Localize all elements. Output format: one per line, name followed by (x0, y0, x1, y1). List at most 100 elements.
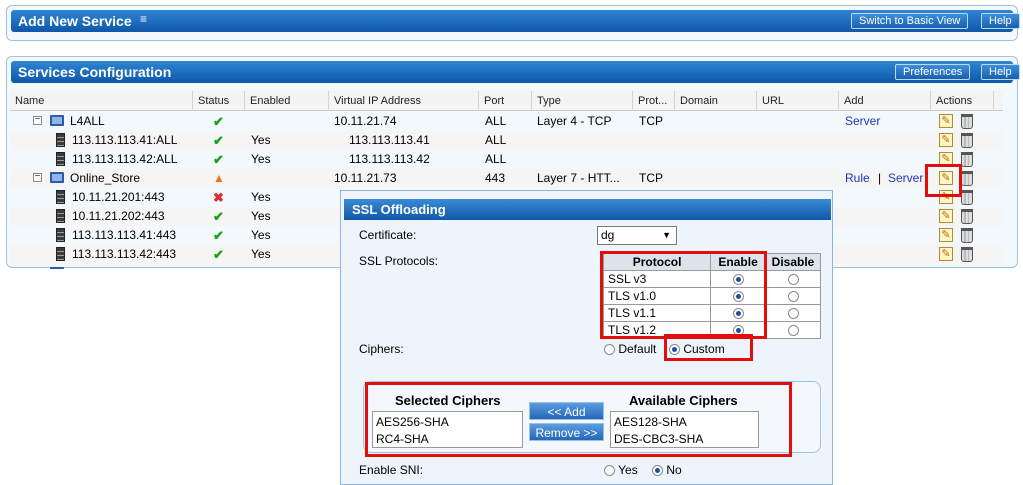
help-button-top[interactable]: Help (981, 13, 1020, 29)
sni-no-option[interactable]: No (652, 463, 682, 477)
col-name[interactable]: Name (10, 91, 192, 111)
table-row[interactable]: 113.113.113.41:ALL ✔ Yes 113.113.113.41 ALL ✎ (10, 131, 1003, 150)
row-name[interactable]: 113.113.113.42:443 (72, 245, 176, 264)
certificate-select[interactable]: dg ▼ (597, 226, 677, 245)
row-vip: 10.11.21.74 (334, 114, 397, 128)
certificate-label: Certificate: (359, 228, 417, 242)
row-type: Layer 4 - TCP (537, 114, 612, 128)
add-rule-link[interactable]: Rule (845, 169, 870, 188)
sni-no-label: No (666, 463, 682, 477)
row-name[interactable]: 10.11.21.201:443 (72, 188, 165, 207)
row-port: ALL (485, 114, 507, 128)
ssl-offloading-panel: SSL Offloading Certificate: dg ▼ SSL Pro… (340, 190, 833, 485)
table-row[interactable]: − L4ALL ✔ 10.11.21.74 ALL Layer 4 - TCP TCP Ser… (10, 112, 1003, 131)
sni-no-radio[interactable] (652, 465, 663, 477)
row-port: ALL (485, 133, 507, 147)
sni-yes-radio[interactable] (604, 465, 615, 477)
add-server-link[interactable]: Server (888, 169, 923, 188)
col-vip[interactable]: Virtual IP Address (328, 91, 478, 111)
col-enabled[interactable]: Enabled (244, 91, 328, 111)
grid-header: Name Status Enabled Virtual IP Address P… (10, 91, 1003, 111)
protocol-disable-radio[interactable] (787, 308, 799, 320)
add-server-link[interactable]: Server (845, 112, 880, 131)
sni-yes-label: Yes (618, 463, 638, 477)
preferences-button[interactable]: Preferences (895, 64, 971, 80)
check-icon: ✔ (213, 228, 224, 243)
col-url[interactable]: URL (756, 91, 838, 111)
row-enabled: Yes (251, 209, 271, 223)
server-icon (56, 190, 65, 204)
protocol-disable-cell (765, 321, 821, 339)
row-port: 443 (485, 171, 506, 185)
row-name[interactable]: L4ALL (70, 112, 105, 131)
warning-icon: ▲ (213, 171, 225, 185)
protocol-disable-radio[interactable] (787, 274, 799, 286)
check-icon: ✔ (213, 152, 224, 167)
server-icon (56, 152, 65, 166)
edit-icon[interactable]: ✎ (939, 133, 953, 147)
trash-icon[interactable] (961, 152, 973, 167)
edit-icon[interactable]: ✎ (939, 209, 953, 223)
chevron-down-icon: ▼ (662, 230, 671, 240)
server-icon (56, 133, 65, 147)
sni-yes-option[interactable]: Yes (604, 463, 638, 477)
check-icon: ✔ (213, 247, 224, 262)
col-add[interactable]: Add (838, 91, 930, 111)
trash-icon[interactable] (961, 209, 973, 224)
protocol-disable-radio[interactable] (787, 291, 799, 303)
row-name[interactable]: Online_Store (70, 169, 140, 188)
check-icon: ✔ (213, 114, 224, 129)
trash-icon[interactable] (961, 190, 973, 205)
ciphers-default-option[interactable]: Default (604, 342, 656, 356)
link-separator: | (878, 171, 882, 185)
col-domain[interactable]: Domain (674, 91, 756, 111)
protocol-disable-cell (765, 270, 821, 288)
chevron-double-down-icon[interactable]: ≡ (140, 12, 147, 26)
ciphers-highlight (365, 382, 792, 457)
protocols-highlight (600, 251, 767, 339)
row-enabled: Yes (251, 133, 271, 147)
col-status[interactable]: Status (192, 91, 244, 111)
trash-icon[interactable] (961, 228, 973, 243)
row-protocol: TCP (639, 171, 663, 185)
collapse-icon[interactable]: − (33, 172, 42, 182)
table-row[interactable]: 113.113.113.42:ALL ✔ Yes 113.113.113.42 ALL ✎ (10, 150, 1003, 169)
row-name[interactable]: 113.113.113.41:443 (72, 226, 176, 245)
row-type: Layer 7 - HTT... (537, 171, 620, 185)
row-name[interactable]: 113.113.113.41:ALL (72, 131, 177, 150)
row-name[interactable]: 10.11.21.202:443 (72, 207, 165, 226)
col-actions[interactable]: Actions (930, 91, 994, 111)
protocol-disable-cell (765, 287, 821, 305)
monitor-icon (50, 172, 64, 183)
row-name[interactable]: 113.113.113.42:ALL (72, 150, 177, 169)
server-icon (56, 209, 65, 223)
services-title: Services Configuration (18, 64, 172, 80)
ciphers-label: Ciphers: (359, 342, 404, 356)
cross-icon: ✖ (213, 190, 224, 205)
help-button[interactable]: Help (981, 64, 1020, 80)
ciphers-default-radio[interactable] (604, 344, 615, 356)
row-port: ALL (485, 152, 507, 166)
col-port[interactable]: Port (478, 91, 531, 111)
switch-basic-view-button[interactable]: Switch to Basic View (851, 13, 969, 29)
trash-icon[interactable] (961, 247, 973, 262)
ssl-protocols-label: SSL Protocols: (359, 254, 438, 268)
edit-icon[interactable]: ✎ (939, 228, 953, 242)
trash-icon[interactable] (961, 133, 973, 148)
table-row[interactable]: − Online_Store ▲ 10.11.21.73 443 Layer 7 - HT… (10, 169, 1003, 188)
protocol-disable-radio[interactable] (787, 325, 799, 337)
disable-header: Disable (765, 253, 821, 271)
col-protocol[interactable]: Prot... (632, 91, 674, 111)
edit-icon[interactable]: ✎ (939, 114, 953, 128)
trash-icon[interactable] (961, 171, 973, 186)
row-protocol: TCP (639, 114, 663, 128)
col-type[interactable]: Type (531, 91, 632, 111)
ssl-title: SSL Offloading (352, 202, 446, 217)
edit-icon[interactable]: ✎ (939, 247, 953, 261)
trash-icon[interactable] (961, 114, 973, 129)
collapse-icon[interactable]: − (33, 115, 42, 125)
check-icon: ✔ (213, 209, 224, 224)
check-icon: ✔ (213, 133, 224, 148)
row-vip: 10.11.21.73 (334, 171, 397, 185)
row-enabled: Yes (251, 190, 271, 204)
